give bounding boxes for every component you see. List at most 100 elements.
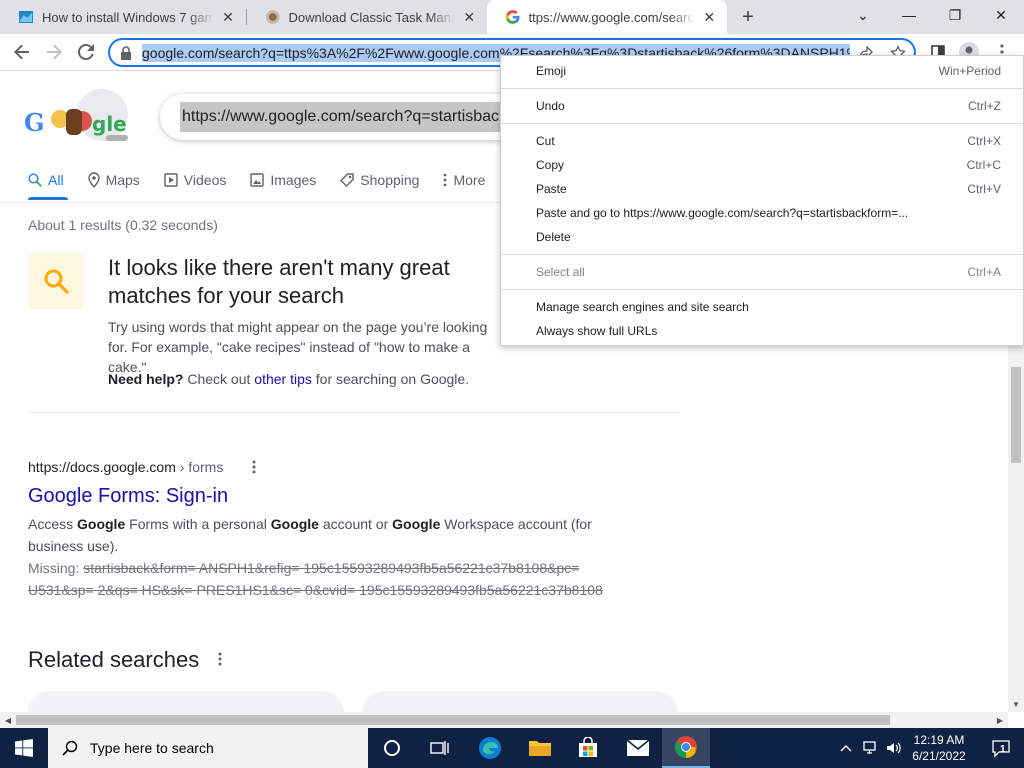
menu-item-shortcut: Ctrl+A xyxy=(967,265,1001,279)
menu-item-emoji[interactable]: Emoji Win+Period xyxy=(501,59,1023,83)
new-tab-button[interactable]: + xyxy=(735,5,761,29)
tab-strip: How to install Windows 7 games ✕ Downloa… xyxy=(0,0,1024,34)
menu-item-manage-search-engines[interactable]: Manage search engines and site search xyxy=(501,295,1023,319)
scroll-right-arrow-icon[interactable]: ▶ xyxy=(992,712,1008,728)
menu-separator xyxy=(501,123,1023,124)
tab-google-search[interactable]: ttps://www.google.com/search?q= ✕ xyxy=(487,0,727,34)
menu-item-undo[interactable]: Undo Ctrl+Z xyxy=(501,94,1023,118)
horizontal-scrollbar[interactable]: ◀ ▶ xyxy=(0,712,1008,728)
result-options-icon[interactable] xyxy=(244,457,264,477)
help-bold-label: Need help? xyxy=(108,371,184,387)
volume-icon[interactable] xyxy=(884,728,904,768)
search-icon xyxy=(28,173,42,187)
horizontal-scroll-thumb[interactable] xyxy=(16,715,890,725)
clock-date: 6/21/2022 xyxy=(912,749,966,763)
missing-terms-struck: startisback&form= ANSPH1&refig= 195c1559… xyxy=(28,560,603,598)
menu-separator xyxy=(501,289,1023,290)
vertical-scroll-thumb[interactable] xyxy=(1011,367,1021,463)
tab-shopping[interactable]: Shopping xyxy=(340,169,419,191)
forward-arrow-icon xyxy=(47,44,62,60)
image-icon xyxy=(250,173,265,187)
tab-close-icon[interactable]: ✕ xyxy=(220,9,236,25)
task-view-icon[interactable] xyxy=(416,728,464,768)
taskbar-clock[interactable]: 12:19 AM 6/21/2022 xyxy=(904,732,974,764)
tab-maps-label: Maps xyxy=(105,172,140,188)
related-options-icon[interactable] xyxy=(210,649,230,669)
chrome-icon[interactable] xyxy=(662,728,710,768)
notification-count-badge: 1 xyxy=(1000,744,1006,755)
menu-item-cut[interactable]: Cut Ctrl+X xyxy=(501,129,1023,153)
reload-icon xyxy=(78,44,94,60)
menu-item-shortcut: Ctrl+X xyxy=(967,134,1001,148)
tab-videos[interactable]: Videos xyxy=(164,169,227,191)
tab-close-icon[interactable]: ✕ xyxy=(701,9,717,25)
menu-item-label: Delete xyxy=(536,230,571,244)
tab-download-task-manager[interactable]: Download Classic Task Manager f ✕ xyxy=(247,0,487,34)
menu-item-label: Paste xyxy=(536,182,567,196)
start-button[interactable] xyxy=(0,728,48,768)
restore-button[interactable]: ❐ xyxy=(932,0,978,30)
snippet-text: account or xyxy=(318,516,393,532)
tab-all[interactable]: All xyxy=(28,169,64,191)
menu-item-label: Copy xyxy=(536,158,565,172)
menu-item-shortcut: Win+Period xyxy=(938,64,1001,78)
no-results-box xyxy=(28,253,84,309)
tab-more[interactable]: More xyxy=(443,169,485,191)
missing-label: Missing: xyxy=(28,560,84,576)
forward-button[interactable] xyxy=(40,38,68,66)
tab-title: How to install Windows 7 games xyxy=(42,9,214,25)
search-query-input[interactable]: https://www.google.com/search?q=startisb… xyxy=(180,102,500,132)
menu-item-label: Undo xyxy=(536,99,565,113)
google-doodle-logo[interactable]: G gle xyxy=(22,85,132,151)
result-snippet: Access Google Forms with a personal Goog… xyxy=(28,513,598,557)
svg-text:gle: gle xyxy=(92,112,127,136)
tab-how-to-install[interactable]: How to install Windows 7 games ✕ xyxy=(0,0,246,34)
close-window-button[interactable]: ✕ xyxy=(978,0,1024,30)
menu-item-select-all: Select all Ctrl+A xyxy=(501,260,1023,284)
tab-search-button[interactable]: ⌄ xyxy=(840,0,886,30)
tab-videos-label: Videos xyxy=(183,172,227,188)
menu-item-paste[interactable]: Paste Ctrl+V xyxy=(501,177,1023,201)
menu-item-shortcut: Ctrl+C xyxy=(966,158,1001,172)
menu-item-delete[interactable]: Delete xyxy=(501,225,1023,249)
tab-images[interactable]: Images xyxy=(250,169,316,191)
taskbar-search-box[interactable]: Type here to search xyxy=(48,728,368,768)
menu-item-shortcut: Ctrl+Z xyxy=(968,99,1001,113)
reload-button[interactable] xyxy=(72,38,100,66)
windows-taskbar: Type here to search 12:19 AM 6/21/2022 1 xyxy=(0,728,1024,768)
tab-close-icon[interactable]: ✕ xyxy=(461,9,477,25)
related-searches-title: Related searches xyxy=(28,647,200,672)
back-button[interactable] xyxy=(8,38,36,66)
action-center-button[interactable]: 1 xyxy=(978,728,1024,768)
tab-title: Download Classic Task Manager f xyxy=(288,9,456,25)
store-icon[interactable] xyxy=(564,728,612,768)
menu-separator xyxy=(501,88,1023,89)
mail-icon[interactable] xyxy=(614,728,662,768)
show-hidden-icons-chevron-icon[interactable] xyxy=(836,728,856,768)
menu-item-label: Cut xyxy=(536,134,555,148)
no-results-help: Need help? Check out other tips for sear… xyxy=(108,369,469,389)
help-pre-text: Check out xyxy=(183,371,255,387)
other-tips-link[interactable]: other tips xyxy=(254,371,312,387)
tab-images-label: Images xyxy=(270,172,317,188)
result-title-link[interactable]: Google Forms: Sign-in xyxy=(28,485,228,508)
no-results-title: It looks like there aren't many great ma… xyxy=(108,255,450,308)
menu-item-always-show-full-urls[interactable]: Always show full URLs xyxy=(501,319,1023,343)
network-icon[interactable] xyxy=(860,728,882,768)
menu-item-paste-and-go[interactable]: Paste and go to https://www.google.com/s… xyxy=(501,201,1023,225)
scroll-left-arrow-icon[interactable]: ◀ xyxy=(0,712,16,728)
file-explorer-icon[interactable] xyxy=(516,728,564,768)
result-url[interactable]: https://docs.google.com › forms xyxy=(28,459,223,475)
more-vert-icon xyxy=(444,173,447,187)
related-search-chip[interactable] xyxy=(362,691,678,712)
scroll-down-arrow-icon[interactable]: ▼ xyxy=(1008,696,1024,712)
result-domain: https://docs.google.com xyxy=(28,459,176,475)
windows-tutorial-favicon xyxy=(19,11,33,23)
edge-icon[interactable] xyxy=(466,728,514,768)
cortana-icon[interactable] xyxy=(368,728,416,768)
menu-item-copy[interactable]: Copy Ctrl+C xyxy=(501,153,1023,177)
related-search-chip[interactable] xyxy=(28,691,344,712)
minimize-button[interactable]: — xyxy=(886,0,932,30)
tab-maps[interactable]: Maps xyxy=(87,169,140,191)
svg-text:G: G xyxy=(24,108,45,137)
